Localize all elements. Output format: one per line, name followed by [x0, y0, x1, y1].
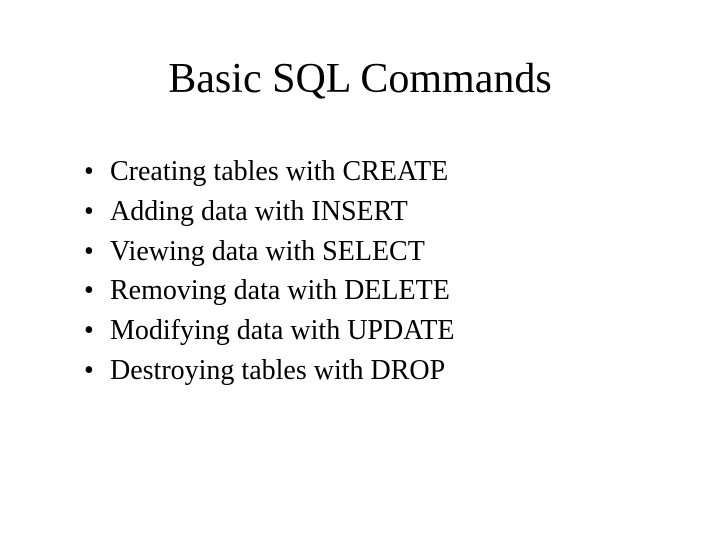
list-item: • Creating tables with CREATE: [80, 153, 660, 191]
list-item: • Viewing data with SELECT: [80, 233, 660, 271]
bullet-icon: •: [80, 312, 110, 350]
bullet-icon: •: [80, 272, 110, 310]
list-item: • Removing data with DELETE: [80, 272, 660, 310]
list-item: • Destroying tables with DROP: [80, 352, 660, 390]
list-item: • Adding data with INSERT: [80, 193, 660, 231]
bullet-text: Modifying data with UPDATE: [110, 312, 660, 350]
bullet-icon: •: [80, 352, 110, 390]
slide-title: Basic SQL Commands: [60, 55, 660, 103]
bullet-text: Destroying tables with DROP: [110, 352, 660, 390]
bullet-text: Creating tables with CREATE: [110, 153, 660, 191]
bullet-list: • Creating tables with CREATE • Adding d…: [60, 153, 660, 390]
list-item: • Modifying data with UPDATE: [80, 312, 660, 350]
bullet-icon: •: [80, 233, 110, 271]
slide-container: Basic SQL Commands • Creating tables wit…: [0, 0, 720, 540]
bullet-text: Viewing data with SELECT: [110, 233, 660, 271]
bullet-text: Removing data with DELETE: [110, 272, 660, 310]
bullet-icon: •: [80, 193, 110, 231]
bullet-text: Adding data with INSERT: [110, 193, 660, 231]
bullet-icon: •: [80, 153, 110, 191]
